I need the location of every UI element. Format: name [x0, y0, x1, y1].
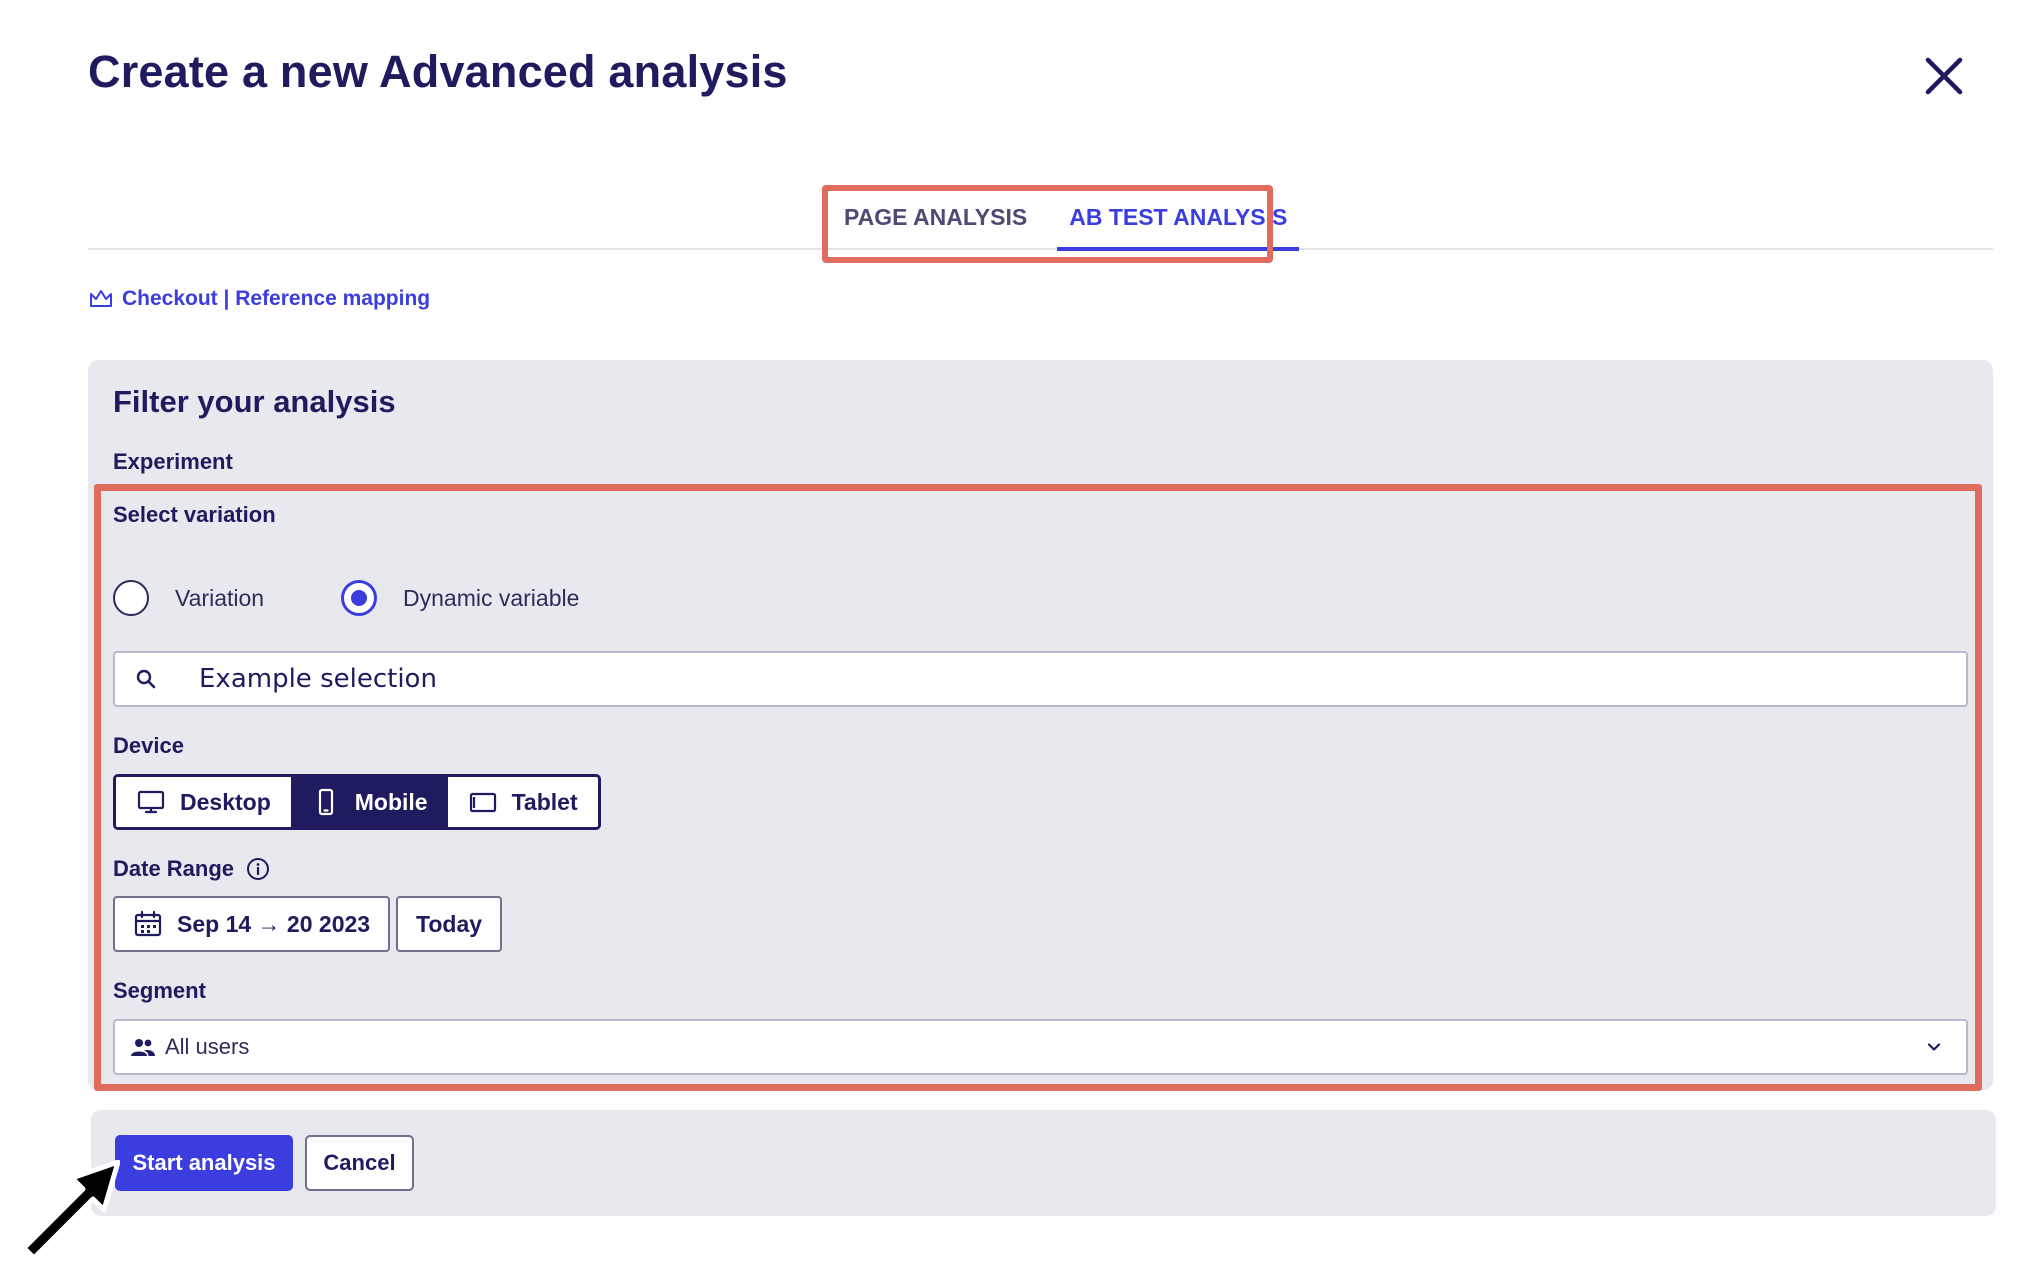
search-icon [136, 669, 156, 689]
cancel-button[interactable]: Cancel [305, 1135, 414, 1191]
device-label: Device [113, 733, 184, 758]
experiment-label: Experiment [113, 449, 233, 474]
crown-icon [90, 290, 112, 307]
users-icon [131, 1039, 155, 1056]
dialog-title: Create a new Advanced analysis [88, 46, 788, 97]
device-mobile-label: Mobile [354, 788, 428, 815]
date-range-header: Date Range [113, 856, 270, 882]
breadcrumb-label: Checkout | Reference mapping [122, 287, 431, 310]
mouse-cursor-icon [21, 1160, 120, 1260]
segment-select[interactable]: All users [113, 1019, 1968, 1075]
device-toggle: Desktop Mobile Tablet [113, 774, 601, 830]
radio-dynamic-variable-label: Dynamic variable [403, 584, 580, 611]
desktop-icon [137, 790, 165, 814]
device-tablet-label: Tablet [511, 788, 578, 815]
tablet-icon [469, 792, 496, 813]
radio-variation[interactable] [113, 580, 149, 616]
device-tablet-button[interactable]: Tablet [447, 777, 598, 827]
start-analysis-button[interactable]: Start analysis [115, 1135, 293, 1191]
info-icon[interactable] [246, 857, 270, 881]
device-desktop-button[interactable]: Desktop [116, 777, 291, 827]
chevron-down-icon [1927, 1043, 1941, 1051]
date-range-picker[interactable]: Sep 14 → 20 2023 [113, 896, 391, 952]
radio-option-variation[interactable]: Variation [113, 580, 264, 616]
radio-dynamic-variable[interactable] [341, 580, 377, 616]
select-variation-label: Select variation [113, 502, 276, 527]
today-button[interactable]: Today [396, 896, 503, 952]
variation-search[interactable] [113, 651, 1968, 707]
date-range-value: Sep 14 → 20 2023 [177, 910, 371, 937]
mobile-icon [318, 788, 333, 816]
breadcrumb[interactable]: Checkout | Reference mapping [88, 286, 430, 312]
date-range-label: Date Range [113, 856, 235, 881]
segment-value: All users [165, 1034, 250, 1059]
segment-label: Segment [113, 978, 206, 1003]
filter-heading: Filter your analysis [113, 384, 396, 419]
today-label: Today [416, 910, 483, 937]
close-icon[interactable] [1920, 52, 1968, 100]
tabs-highlight-box [822, 185, 1273, 263]
calendar-icon [134, 910, 162, 937]
radio-variation-label: Variation [175, 584, 265, 611]
search-input[interactable] [197, 663, 1901, 695]
device-desktop-label: Desktop [180, 788, 271, 815]
device-mobile-button[interactable]: Mobile [290, 777, 448, 827]
radio-option-dynamic-variable[interactable]: Dynamic variable [341, 580, 579, 616]
